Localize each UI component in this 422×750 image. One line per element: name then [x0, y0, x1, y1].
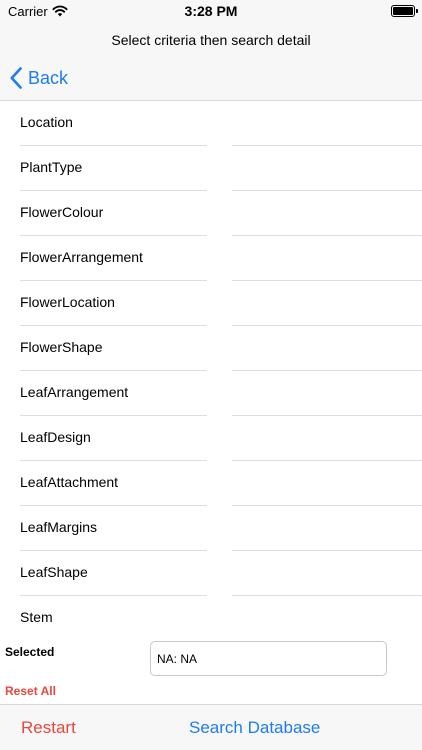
criteria-picker-flowershape[interactable] [232, 326, 422, 371]
criteria-label: Stem [20, 609, 53, 625]
criteria-picker-location[interactable] [232, 101, 422, 146]
criteria-label: LeafMargins [20, 519, 98, 535]
bottom-toolbar: Restart Search Database [0, 704, 422, 750]
navigation-bar: Select criteria then search detail Back [0, 24, 422, 101]
criteria-label: Location [20, 114, 73, 130]
reset-all-button[interactable]: Reset All [5, 684, 56, 698]
criteria-picker-leafattachment[interactable] [232, 461, 422, 506]
criteria-label: FlowerArrangement [20, 249, 143, 265]
selected-value-field[interactable]: NA: NA [150, 641, 387, 676]
criteria-row-leafshape[interactable]: LeafShape [0, 551, 422, 596]
criteria-row-flowerlocation[interactable]: FlowerLocation [0, 281, 422, 326]
criteria-row-flowershape[interactable]: FlowerShape [0, 326, 422, 371]
criteria-row-leafdesign[interactable]: LeafDesign [0, 416, 422, 461]
criteria-label: FlowerLocation [20, 294, 115, 310]
criteria-label: FlowerShape [20, 339, 103, 355]
battery-tip [416, 9, 418, 13]
restart-button[interactable]: Restart [21, 718, 76, 738]
criteria-label: FlowerColour [20, 204, 104, 220]
criteria-picker-flowerarrangement[interactable] [232, 236, 422, 281]
criteria-row-leafattachment[interactable]: LeafAttachment [0, 461, 422, 506]
criteria-picker-leafmargins[interactable] [232, 506, 422, 551]
criteria-label: PlantType [20, 159, 83, 175]
criteria-label: LeafDesign [20, 429, 91, 445]
criteria-row-leafmargins[interactable]: LeafMargins [0, 506, 422, 551]
criteria-row-flowercolour[interactable]: FlowerColour [0, 191, 422, 236]
criteria-picker-leafarrangement[interactable] [232, 371, 422, 416]
status-bar: Carrier 3:28 PM [0, 0, 422, 24]
selected-label: Selected [5, 645, 55, 659]
criteria-picker-flowerlocation[interactable] [232, 281, 422, 326]
criteria-picker-leafshape[interactable] [232, 551, 422, 596]
criteria-label: LeafAttachment [20, 474, 119, 490]
criteria-row-stem[interactable]: Stem [0, 596, 422, 637]
criteria-picker-flowercolour[interactable] [232, 191, 422, 236]
chevron-left-icon [10, 67, 22, 89]
criteria-row-planttype[interactable]: PlantType [0, 146, 422, 191]
criteria-row-flowerarrangement[interactable]: FlowerArrangement [0, 236, 422, 281]
criteria-label: LeafShape [20, 564, 88, 580]
criteria-picker-leafdesign[interactable] [232, 416, 422, 461]
criteria-list[interactable]: Location PlantType FlowerColour FlowerAr… [0, 101, 422, 637]
criteria-row-location[interactable]: Location [0, 101, 422, 146]
nav-title: Select criteria then search detail [111, 32, 311, 48]
criteria-picker-stem[interactable] [232, 596, 422, 637]
criteria-picker-planttype[interactable] [232, 146, 422, 191]
search-database-button[interactable]: Search Database [189, 718, 320, 738]
battery-icon [391, 5, 415, 17]
clock: 3:28 PM [184, 3, 238, 19]
criteria-row-leafarrangement[interactable]: LeafArrangement [0, 371, 422, 416]
back-label: Back [28, 67, 69, 88]
criteria-label: LeafArrangement [20, 384, 129, 400]
back-button[interactable]: Back [10, 64, 68, 92]
